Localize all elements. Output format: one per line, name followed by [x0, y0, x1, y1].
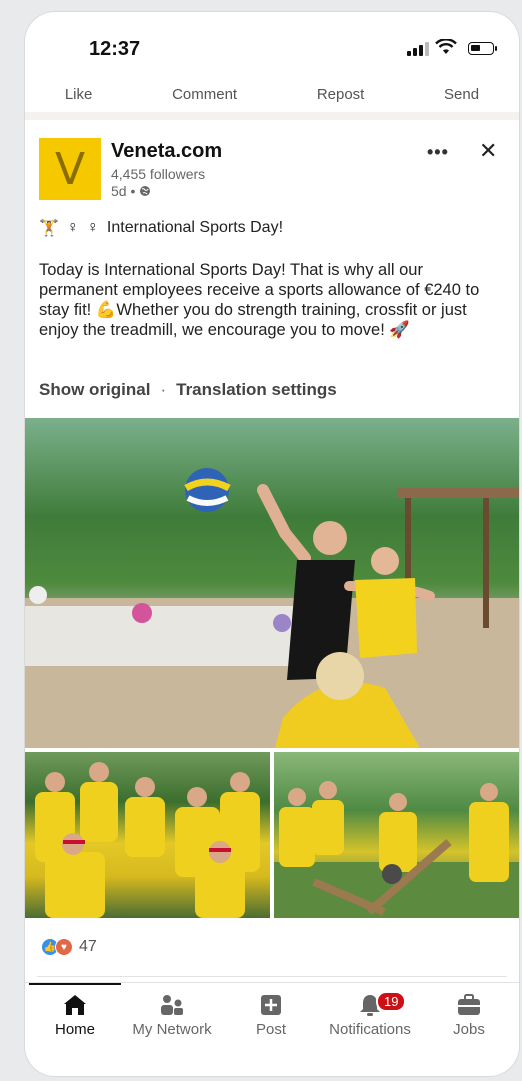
tab-home[interactable]: Home — [25, 989, 125, 1038]
company-name[interactable]: Veneta.com — [111, 140, 222, 163]
briefcase-icon — [458, 994, 480, 1015]
post-action-bar: Like Comment Repost Send — [25, 82, 519, 112]
post-age: 5d • — [111, 183, 151, 199]
like-button[interactable]: Like — [65, 86, 93, 109]
phone-frame: 12:37 Like Comment Repost Send V Veneta.… — [25, 12, 519, 1076]
post-age-text: 5d • — [111, 183, 136, 199]
more-options-icon[interactable]: ••• — [427, 142, 449, 163]
show-original-link[interactable]: Show original — [39, 380, 150, 400]
tab-notifications[interactable]: 19 Notifications — [320, 989, 420, 1038]
bottom-tab-bar: Home My Network Post 19 Notifications Jo… — [25, 982, 519, 1076]
send-button[interactable]: Send — [444, 86, 479, 109]
follower-count: 4,455 followers — [111, 166, 206, 182]
love-reaction-icon: ♥ — [55, 938, 73, 956]
battery-icon — [468, 42, 497, 55]
status-bar: 12:37 — [25, 12, 519, 82]
tab-my-network[interactable]: My Network — [122, 989, 222, 1038]
tab-post[interactable]: Post — [221, 989, 321, 1038]
post-image-group-1[interactable] — [25, 752, 270, 918]
close-icon[interactable]: ✕ — [479, 138, 497, 164]
notification-badge: 19 — [376, 991, 407, 1012]
divider — [37, 976, 507, 977]
headline-text: International Sports Day! — [106, 219, 284, 236]
tab-notifications-label: Notifications — [329, 1021, 411, 1038]
active-tab-indicator — [29, 983, 121, 985]
tab-jobs[interactable]: Jobs — [419, 989, 519, 1038]
trophy-icon: 🏋 — [39, 220, 59, 237]
post-headline: 🏋 ♀ ♀ International Sports Day! — [39, 218, 283, 238]
translation-links: Show original · Translation settings — [39, 380, 337, 400]
tab-post-label: Post — [255, 1021, 286, 1038]
translation-settings-link[interactable]: Translation settings — [176, 380, 337, 400]
home-icon — [64, 995, 86, 1015]
network-icon — [161, 995, 183, 1015]
tab-my-network-label: My Network — [132, 1021, 212, 1038]
tab-jobs-label: Jobs — [453, 1021, 485, 1038]
status-time: 12:37 — [89, 38, 141, 60]
post-image-group-2[interactable] — [274, 752, 519, 918]
repost-button[interactable]: Repost — [317, 86, 365, 109]
female-sign-icon: ♀ — [86, 219, 99, 236]
signal-icon — [407, 42, 429, 56]
reaction-summary[interactable]: 👍 ♥ 47 — [41, 938, 97, 956]
post-image-main[interactable] — [25, 418, 519, 748]
post-card: V Veneta.com 4,455 followers 5d • ••• ✕ … — [25, 120, 519, 990]
wifi-icon — [435, 39, 457, 54]
post-icon — [261, 995, 281, 1015]
globe-icon — [140, 186, 151, 196]
post-body: Today is International Sports Day! That … — [39, 261, 480, 339]
comment-button[interactable]: Comment — [172, 86, 237, 109]
tab-home-label: Home — [54, 1021, 95, 1038]
reaction-count: 47 — [79, 938, 97, 955]
company-logo[interactable]: V — [39, 138, 101, 200]
female-sign-icon: ♀ — [66, 219, 79, 236]
link-separator: · — [160, 380, 167, 399]
